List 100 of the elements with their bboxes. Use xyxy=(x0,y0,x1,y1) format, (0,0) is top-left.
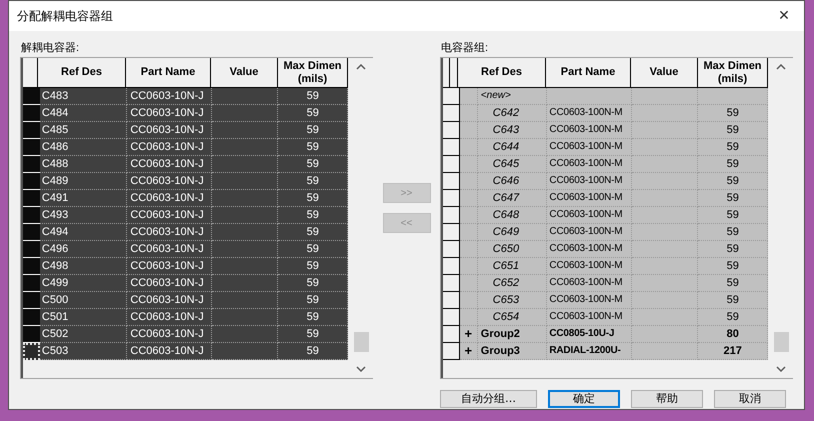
row-header[interactable] xyxy=(443,292,460,309)
row-header[interactable] xyxy=(443,88,460,105)
table-cell: 59 xyxy=(698,292,768,309)
table-cell xyxy=(632,224,698,241)
close-button[interactable]: ✕ xyxy=(764,1,804,31)
table-cell: C501 xyxy=(40,309,128,326)
table-cell: 59 xyxy=(278,139,348,156)
table-cell xyxy=(212,207,278,224)
table-cell: CC0603-10N-J xyxy=(127,343,212,360)
table-cell: 59 xyxy=(278,275,348,292)
table-cell: Group2 xyxy=(478,326,548,343)
table-cell xyxy=(212,105,278,122)
row-header[interactable] xyxy=(443,139,460,156)
row-header[interactable] xyxy=(443,241,460,258)
table-cell: 59 xyxy=(278,173,348,190)
scroll-thumb[interactable] xyxy=(354,332,368,352)
table-cell xyxy=(212,122,278,139)
dialog-button[interactable]: 取消 xyxy=(714,390,786,408)
row-header[interactable] xyxy=(443,173,460,190)
table-cell: 59 xyxy=(278,258,348,275)
table-cell: C483 xyxy=(40,88,128,105)
table-cell: C643 xyxy=(478,122,548,139)
table-cell: CC0603-100N-M xyxy=(547,258,632,275)
column-header[interactable]: Ref Des xyxy=(38,58,126,87)
dialog-button[interactable]: 帮助 xyxy=(631,390,703,408)
table-cell: CC0603-10N-J xyxy=(127,207,212,224)
table-cell xyxy=(460,309,478,326)
table-cell xyxy=(212,139,278,156)
table-cell xyxy=(212,241,278,258)
table-cell xyxy=(460,258,478,275)
row-header[interactable] xyxy=(443,309,460,326)
row-header[interactable] xyxy=(443,224,460,241)
row-header[interactable] xyxy=(443,190,460,207)
row-header[interactable] xyxy=(443,105,460,122)
table-cell xyxy=(632,139,698,156)
table-cell: 59 xyxy=(698,309,768,326)
table-cell: CC0603-100N-M xyxy=(547,309,632,326)
table-cell: 59 xyxy=(698,105,768,122)
table-cell: 59 xyxy=(698,207,768,224)
table-cell: 59 xyxy=(278,292,348,309)
table-cell: CC0603-10N-J xyxy=(127,105,212,122)
row-header[interactable] xyxy=(443,258,460,275)
window-title: 分配解耦电容器组 xyxy=(17,8,113,25)
scroll-down-icon[interactable] xyxy=(356,366,366,372)
table-cell xyxy=(632,156,698,173)
table-cell xyxy=(632,122,698,139)
table-cell: 59 xyxy=(698,258,768,275)
table-cell: CC0603-10N-J xyxy=(127,275,212,292)
dialog-button[interactable]: 自动分组… xyxy=(440,390,537,408)
table-cell xyxy=(460,292,478,309)
row-header[interactable] xyxy=(443,343,460,360)
expand-toggle[interactable]: + xyxy=(460,343,478,360)
table-cell: C650 xyxy=(478,241,548,258)
table-cell: C652 xyxy=(478,275,548,292)
scroll-thumb[interactable] xyxy=(774,332,788,352)
table-cell: C502 xyxy=(40,326,128,343)
table-cell xyxy=(212,292,278,309)
column-header[interactable]: Part Name xyxy=(546,58,631,87)
table-cell xyxy=(632,105,698,122)
table-cell: CC0603-10N-J xyxy=(127,173,212,190)
table-cell: CC0603-100N-M xyxy=(547,292,632,309)
table-cell xyxy=(212,343,278,360)
table-cell: C653 xyxy=(478,292,548,309)
table-cell: 59 xyxy=(278,190,348,207)
table-cell: C642 xyxy=(478,105,548,122)
row-header[interactable] xyxy=(443,326,460,343)
table-cell: 59 xyxy=(698,122,768,139)
column-header[interactable]: Ref Des xyxy=(458,58,546,87)
row-header[interactable] xyxy=(443,275,460,292)
row-header[interactable] xyxy=(443,122,460,139)
table-cell: 59 xyxy=(698,275,768,292)
table-cell: CC0603-100N-M xyxy=(547,105,632,122)
table-cell: CC0603-100N-M xyxy=(547,173,632,190)
scroll-up-icon[interactable] xyxy=(356,64,366,70)
row-header[interactable] xyxy=(443,156,460,173)
table-cell xyxy=(632,309,698,326)
scroll-down-icon[interactable] xyxy=(776,366,786,372)
row-header[interactable] xyxy=(443,207,460,224)
table-cell: 59 xyxy=(278,207,348,224)
table-cell: Group3 xyxy=(478,343,548,360)
table-cell xyxy=(212,173,278,190)
table-cell: C493 xyxy=(40,207,128,224)
table-cell: C485 xyxy=(40,122,128,139)
column-header[interactable]: Value xyxy=(211,58,278,87)
column-header[interactable]: Value xyxy=(631,58,698,87)
table-cell: CC0603-10N-J xyxy=(127,122,212,139)
table-cell xyxy=(460,241,478,258)
table-cell: CC0603-100N-M xyxy=(547,275,632,292)
table-cell xyxy=(632,88,698,105)
dialog-button[interactable]: 确定 xyxy=(548,390,620,408)
expand-toggle[interactable]: + xyxy=(460,326,478,343)
scroll-up-icon[interactable] xyxy=(776,64,786,70)
table-cell: CC0603-100N-M xyxy=(547,122,632,139)
column-header[interactable]: Part Name xyxy=(126,58,211,87)
table-cell: CC0603-10N-J xyxy=(127,224,212,241)
table-cell xyxy=(698,88,768,105)
table-cell xyxy=(460,88,478,105)
table-cell: C486 xyxy=(40,139,128,156)
table-cell xyxy=(212,309,278,326)
table-cell xyxy=(632,173,698,190)
